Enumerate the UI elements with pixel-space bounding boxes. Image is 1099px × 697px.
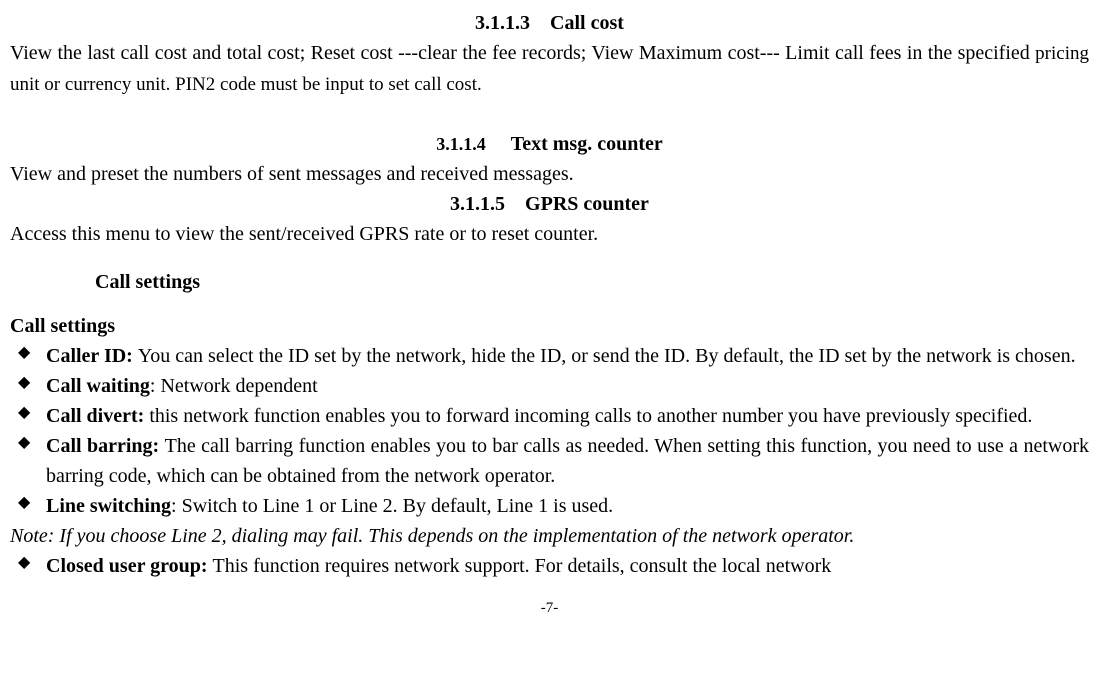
item-text: : Switch to Line 1 or Line 2. By default… xyxy=(171,495,613,517)
section-number: 3.1.1.5 xyxy=(450,193,505,215)
page-number: -7- xyxy=(10,597,1089,620)
call-settings-subheading: Call settings xyxy=(10,311,1089,341)
section-header-3-1-1-3: 3.1.1.3 Call cost xyxy=(10,8,1089,38)
item-label: Line switching xyxy=(46,495,171,517)
list-item: Closed user group: This function require… xyxy=(10,551,1089,581)
section-header-3-1-1-5: 3.1.1.5 GPRS counter xyxy=(10,189,1089,219)
section-title: GPRS counter xyxy=(525,193,649,215)
section-3-1-1-3-body: View the last call cost and total cost; … xyxy=(10,38,1089,99)
list-item: Call waiting: Network dependent xyxy=(10,371,1089,401)
section-title: Call cost xyxy=(550,12,624,34)
section-number: 3.1.1.4 xyxy=(436,134,486,154)
item-label: Closed user group: xyxy=(46,555,213,577)
item-text: : Network dependent xyxy=(150,375,318,397)
item-text: This function requires network support. … xyxy=(213,555,832,577)
section-3-1-1-4-body: View and preset the numbers of sent mess… xyxy=(10,159,1089,189)
call-settings-list-continued: Closed user group: This function require… xyxy=(10,551,1089,581)
call-settings-list: Caller ID: You can select the ID set by … xyxy=(10,341,1089,521)
call-settings-heading: Call settings xyxy=(95,267,1089,297)
item-label: Call barring: xyxy=(46,435,165,457)
section-title: Text msg. counter xyxy=(511,133,663,155)
item-label: Caller ID: xyxy=(46,345,138,367)
list-item: Line switching: Switch to Line 1 or Line… xyxy=(10,491,1089,521)
section-number: 3.1.1.3 xyxy=(475,12,530,34)
item-label: Call divert: xyxy=(46,405,149,427)
section-3-1-1-5-body: Access this menu to view the sent/receiv… xyxy=(10,219,1089,249)
list-item: Caller ID: You can select the ID set by … xyxy=(10,341,1089,371)
list-item: Call divert: this network function enabl… xyxy=(10,401,1089,431)
list-item: Call barring: The call barring function … xyxy=(10,431,1089,491)
body-text-part: View the last call cost and total cost; … xyxy=(10,42,1035,64)
item-text: The call barring function enables you to… xyxy=(46,435,1089,487)
item-text: this network function enables you to for… xyxy=(149,405,1032,427)
item-text: You can select the ID set by the network… xyxy=(138,345,1076,367)
section-header-3-1-1-4: 3.1.1.4 Text msg. counter xyxy=(10,129,1089,159)
item-label: Call waiting xyxy=(46,375,150,397)
note-text: Note: If you choose Line 2, dialing may … xyxy=(10,521,1089,551)
